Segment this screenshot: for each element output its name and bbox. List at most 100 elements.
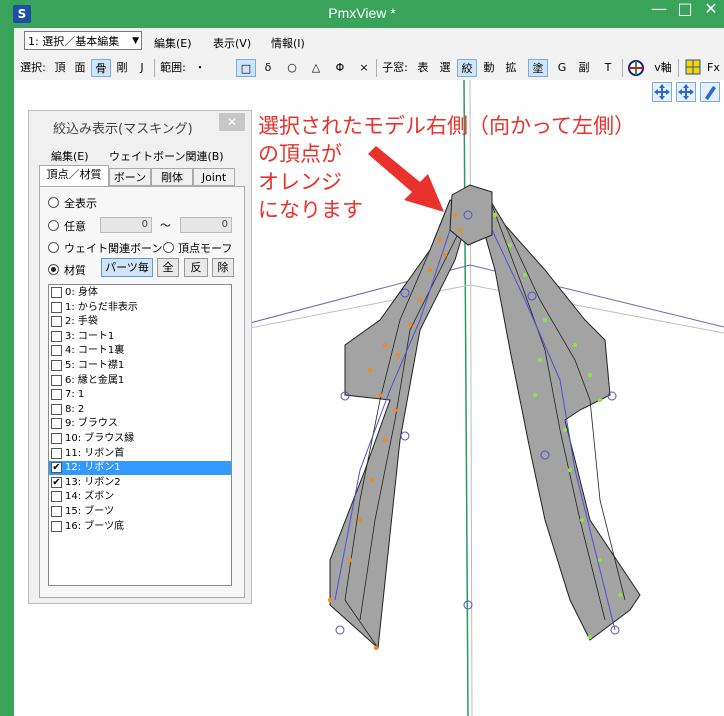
range-circle-button[interactable]: ○ [284,59,300,77]
select-face-button[interactable]: 面 [72,59,88,77]
move-view-icon[interactable] [676,82,696,102]
material-checkbox[interactable] [51,374,62,386]
material-list[interactable]: 0: 身体 1: からだ非表示 2: 手袋 3: コート1 4: コート1裏 5: コート… [48,284,232,586]
material-list-item[interactable]: 16: ブーツ底 [49,520,231,534]
panel-close-button[interactable]: ✕ [219,113,245,131]
material-checkbox[interactable] [51,287,62,298]
maximize-button[interactable]: □ [673,0,697,20]
panel-menu-edit[interactable]: 編集(E) [51,148,89,164]
child-select-button[interactable]: 選 [437,59,453,77]
v-axis-button[interactable]: v軸 [650,59,676,77]
bone-handle [400,431,410,441]
material-list-item[interactable]: ✔ 13: リボン2 [49,476,231,490]
material-list-item[interactable]: ✔ 12: リボン1 [49,461,231,476]
range-clear-button[interactable]: × [356,59,372,77]
material-checkbox[interactable]: ✔ [51,476,62,488]
material-checkbox[interactable] [51,418,62,430]
vertex-morph-radio[interactable] [163,242,174,253]
child-sub-button[interactable]: 副 [576,59,592,77]
material-checkbox[interactable] [51,520,62,532]
exclude-button[interactable]: 除 [212,258,234,277]
tab-vertex-material[interactable]: 頂点／材質 [39,165,109,186]
material-list-item[interactable]: 10: ブラウス縁 [49,432,231,446]
child-move-button[interactable]: 動 [481,59,497,77]
select-bone-button[interactable]: 骨 [91,59,111,77]
material-checkbox[interactable] [51,389,62,401]
material-list-item[interactable]: 0: 身体 [49,286,231,300]
material-list-item[interactable]: 6: 縁と金属1 [49,374,231,388]
child-group-button[interactable]: G [554,59,570,77]
material-radio[interactable] [48,264,59,275]
select-label: 選択: [20,61,46,74]
child-scale-button[interactable]: 拡 [503,59,519,77]
range-to-input[interactable]: 0 [180,217,232,233]
material-list-item[interactable]: 8: 2 [49,403,231,417]
weight-bone-radio[interactable] [48,242,59,253]
material-checkbox[interactable] [51,301,62,313]
material-checkbox[interactable] [51,403,62,415]
menu-bar: 1: 選択／基本編集 ▼ 編集(E) 表示(V) 情報(I) [14,28,724,56]
menu-edit[interactable]: 編集(E) [154,35,192,51]
range-triangle-button[interactable]: △ [308,59,324,77]
material-checkbox[interactable] [51,447,62,459]
material-list-item[interactable]: 14: ズボン [49,490,231,504]
material-list-item[interactable]: 2: 手袋 [49,315,231,329]
range-rect-button[interactable]: □ [236,59,256,77]
material-checkbox[interactable] [51,491,62,503]
select-joint-button[interactable]: J [134,59,150,77]
rotate-view-icon[interactable] [700,82,720,102]
panel-menu-weight-bone[interactable]: ウェイトボーン関連(B) [109,148,224,164]
material-list-item[interactable]: 3: コート1 [49,330,231,344]
material-checkbox[interactable] [51,433,62,444]
fx-button[interactable]: Fx [707,59,724,77]
range-point-button[interactable]: ・ [192,59,208,77]
menu-info[interactable]: 情報(I) [271,35,305,51]
toolbar-divider [376,59,377,77]
mode-select-value: 1: 選択／基本編集 [28,35,120,48]
child-t-button[interactable]: T [600,59,616,77]
material-label: 12: リボン1 [65,462,121,474]
tab-bone[interactable]: ボーン [109,168,151,186]
invert-button[interactable]: 反 [184,258,208,277]
menu-view[interactable]: 表示(V) [213,35,251,51]
select-all-button[interactable]: 全 [157,258,179,277]
material-checkbox[interactable]: ✔ [51,462,62,474]
range-phi-button[interactable]: Φ [332,59,348,77]
material-checkbox[interactable] [51,330,62,342]
show-all-radio[interactable] [48,197,59,208]
material-list-item[interactable]: 1: からだ非表示 [49,301,231,315]
per-part-button[interactable]: パーツ毎 [101,258,153,277]
tab-rigid-body[interactable]: 剛体 [151,168,193,186]
arbitrary-radio[interactable] [48,220,59,231]
panel-title-bar[interactable]: 絞込み表示(マスキング) ✕ [29,111,251,141]
material-list-item[interactable]: 9: ブラウス [49,417,231,431]
material-checkbox[interactable] [51,506,62,517]
child-table-button[interactable]: 表 [415,59,431,77]
material-checkbox[interactable] [51,360,62,371]
weight-bone-label: ウェイト関連ボーン [64,242,163,255]
material-list-item[interactable]: 4: コート1裏 [49,344,231,358]
select-vertex-button[interactable]: 頂 [52,59,68,77]
child-mask-button[interactable]: 絞 [457,59,477,77]
range-delta-button[interactable]: δ [260,59,276,77]
range-from-input[interactable]: 0 [100,217,152,233]
material-list-item[interactable]: 15: ブーツ [49,505,231,519]
material-list-item[interactable]: 7: 1 [49,388,231,402]
material-checkbox[interactable] [51,345,62,357]
title-bar: S PmxView * — □ ✕ [0,0,724,28]
material-label: 6: 縁と金属1 [65,374,125,386]
tab-joint[interactable]: Joint [193,168,235,186]
grid-icon[interactable] [684,59,702,77]
material-checkbox[interactable] [51,316,62,328]
pan-view-icon[interactable] [652,82,672,102]
child-paint-button[interactable]: 塗 [528,59,548,77]
close-button[interactable]: ✕ [699,0,723,20]
select-rigid-button[interactable]: 剛 [114,59,130,77]
mode-select[interactable]: 1: 選択／基本編集 ▼ [24,31,142,50]
material-list-item[interactable]: 11: リボン首 [49,447,231,461]
material-list-item[interactable]: 5: コート襟1 [49,359,231,373]
panel-title: 絞込み表示(マスキング) [53,122,193,137]
axis-globe-icon[interactable] [627,59,645,77]
arbitrary-label: 任意 [64,220,86,233]
minimize-button[interactable]: — [647,0,671,20]
